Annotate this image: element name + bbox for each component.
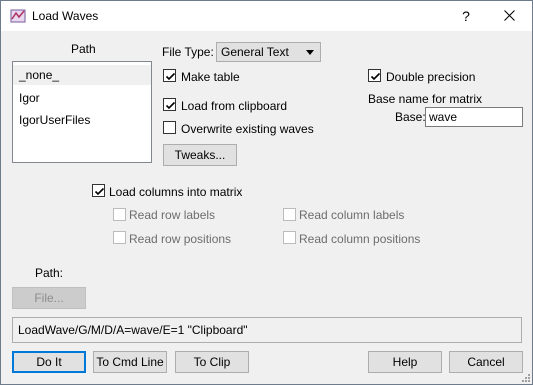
make-table-checkbox[interactable] xyxy=(163,69,176,82)
file-button[interactable]: File... xyxy=(12,287,86,309)
close-button[interactable] xyxy=(497,6,521,26)
checkmark-icon xyxy=(370,72,381,81)
path-item-igor[interactable]: Igor xyxy=(13,88,151,108)
chevron-down-icon xyxy=(306,50,314,55)
overwrite-label: Overwrite existing waves xyxy=(181,122,314,136)
base-name-input[interactable] xyxy=(425,107,523,127)
base-name-header: Base name for matrix xyxy=(368,92,483,106)
path-list-header: Path xyxy=(71,42,96,56)
window-title: Load Waves xyxy=(32,9,99,23)
read-row-positions-label: Read row positions xyxy=(129,232,232,246)
load-waves-dialog: Load Waves ? Path _none_ Igor IgorUserFi… xyxy=(0,0,533,385)
base-label: Base: xyxy=(395,110,426,124)
load-from-clipboard-label: Load from clipboard xyxy=(181,99,288,113)
read-row-positions-checkbox[interactable] xyxy=(113,231,126,244)
checkmark-icon xyxy=(165,101,176,110)
close-icon xyxy=(503,10,515,21)
read-row-labels-label: Read row labels xyxy=(129,208,216,222)
path-item-none[interactable]: _none_ xyxy=(13,65,151,85)
help-title-button[interactable]: ? xyxy=(456,6,476,26)
file-type-value: General Text xyxy=(221,45,289,59)
path-item-igoruserfiles[interactable]: IgorUserFiles xyxy=(13,110,151,130)
app-icon xyxy=(10,8,26,24)
command-preview: LoadWave/G/M/D/A=wave/E=1 "Clipboard" xyxy=(12,317,522,343)
file-type-select[interactable]: General Text xyxy=(216,42,321,62)
read-column-positions-label: Read column positions xyxy=(299,232,421,246)
overwrite-checkbox[interactable] xyxy=(163,121,176,134)
tweaks-button[interactable]: Tweaks... xyxy=(163,144,237,166)
read-column-positions-checkbox[interactable] xyxy=(283,231,296,244)
double-precision-checkbox[interactable] xyxy=(368,69,381,82)
file-type-label: File Type: xyxy=(162,45,214,59)
resize-grip-icon[interactable] xyxy=(520,372,530,382)
path-list[interactable]: _none_ Igor IgorUserFiles xyxy=(12,61,152,163)
checkmark-icon xyxy=(94,187,105,196)
path-label: Path: xyxy=(35,266,64,280)
read-row-labels-checkbox[interactable] xyxy=(113,208,126,221)
do-it-button[interactable]: Do It xyxy=(12,351,86,373)
load-from-clipboard-checkbox[interactable] xyxy=(163,98,176,111)
checkmark-icon xyxy=(165,72,176,81)
read-column-labels-label: Read column labels xyxy=(299,208,405,222)
read-column-labels-checkbox[interactable] xyxy=(283,208,296,221)
to-cmd-line-button[interactable]: To Cmd Line xyxy=(93,351,167,373)
load-columns-checkbox[interactable] xyxy=(92,184,105,197)
make-table-label: Make table xyxy=(181,70,240,84)
cancel-button[interactable]: Cancel xyxy=(449,351,523,373)
title-bar: Load Waves ? xyxy=(1,1,532,31)
double-precision-label: Double precision xyxy=(386,70,476,84)
help-button[interactable]: Help xyxy=(368,351,442,373)
load-columns-label: Load columns into matrix xyxy=(109,185,243,199)
to-clip-button[interactable]: To Clip xyxy=(175,351,249,373)
